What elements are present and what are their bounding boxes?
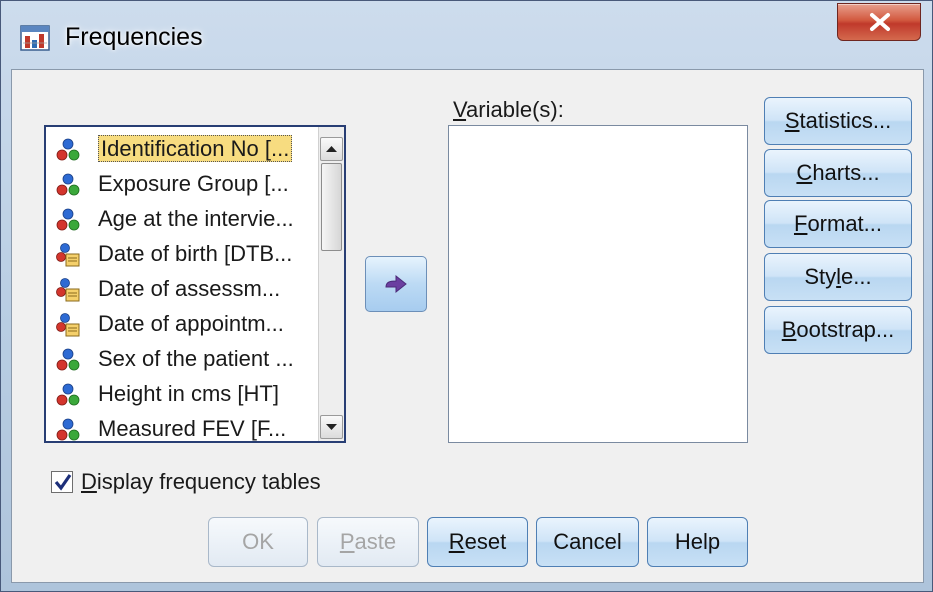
spss-app-icon <box>19 23 53 53</box>
help-button[interactable]: Help <box>647 517 748 567</box>
display-frequency-tables-checkbox[interactable] <box>51 471 73 493</box>
move-to-variables-button[interactable] <box>365 256 427 312</box>
variable-list-item[interactable]: Exposure Group [... <box>48 167 316 202</box>
variable-list-item[interactable]: Identification No [... <box>48 132 316 167</box>
source-list-scrollbar[interactable] <box>318 127 344 441</box>
variable-label: Date of assessm... <box>98 276 281 301</box>
variable-list-item[interactable]: Date of appointm... <box>48 307 316 342</box>
source-variable-list[interactable]: Identification No [... Exposure Group [..… <box>44 125 346 443</box>
nominal-variable-icon <box>56 208 80 232</box>
statistics-button[interactable]: Statistics... <box>764 97 912 145</box>
variable-label: Height in cms [HT] <box>98 381 279 406</box>
variables-label: Variable(s): <box>453 97 564 122</box>
date-variable-icon <box>56 313 80 337</box>
close-icon <box>870 13 890 31</box>
nominal-variable-icon <box>56 173 80 197</box>
variable-label: Measured FEV [F... <box>98 416 287 441</box>
variable-label: Exposure Group [... <box>98 171 289 196</box>
variables-target-list[interactable] <box>448 125 748 443</box>
format-button[interactable]: Format... <box>764 200 912 248</box>
date-variable-icon <box>56 278 80 302</box>
nominal-variable-icon <box>56 383 80 407</box>
variable-label: Sex of the patient ... <box>98 346 294 371</box>
arrow-up-icon <box>326 146 337 152</box>
scroll-up-button[interactable] <box>320 137 343 161</box>
nominal-variable-icon <box>56 138 80 162</box>
display-frequency-tables-label: Display frequency tables <box>81 469 321 494</box>
variable-list-item[interactable]: Measured FEV [F... <box>48 412 316 441</box>
date-variable-icon <box>56 243 80 267</box>
variable-list-item[interactable]: Date of assessm... <box>48 272 316 307</box>
window-title: Frequencies <box>65 23 203 51</box>
arrow-down-icon <box>326 424 337 430</box>
arrow-right-icon <box>385 274 407 294</box>
checkmark-icon <box>54 474 72 491</box>
variable-list-items: Identification No [... Exposure Group [..… <box>48 132 316 441</box>
bootstrap-button[interactable]: Bootstrap... <box>764 306 912 354</box>
scroll-down-button[interactable] <box>320 415 343 439</box>
frequencies-dialog: Frequencies Identification No [... Exposu… <box>0 0 933 592</box>
variable-label: Date of birth [DTB... <box>98 241 293 266</box>
variable-label: Date of appointm... <box>98 311 284 336</box>
style-button[interactable]: Sty l e... <box>764 253 912 301</box>
title-bar[interactable]: Frequencies <box>1 1 933 69</box>
variable-label: Age at the intervie... <box>98 206 294 231</box>
nominal-variable-icon <box>56 348 80 372</box>
variable-list-item[interactable]: Height in cms [HT] <box>48 377 316 412</box>
scroll-thumb[interactable] <box>321 163 342 251</box>
ok-button[interactable]: OK <box>208 517 308 567</box>
close-button[interactable] <box>837 3 921 41</box>
charts-button[interactable]: Charts... <box>764 149 912 197</box>
nominal-variable-icon <box>56 418 80 441</box>
reset-button[interactable]: Reset <box>427 517 528 567</box>
cancel-button[interactable]: Cancel <box>536 517 639 567</box>
variable-list-item[interactable]: Sex of the patient ... <box>48 342 316 377</box>
variable-label: Identification No [... <box>98 135 293 162</box>
variable-list-item[interactable]: Date of birth [DTB... <box>48 237 316 272</box>
variable-list-item[interactable]: Age at the intervie... <box>48 202 316 237</box>
paste-button[interactable]: Paste <box>317 517 419 567</box>
